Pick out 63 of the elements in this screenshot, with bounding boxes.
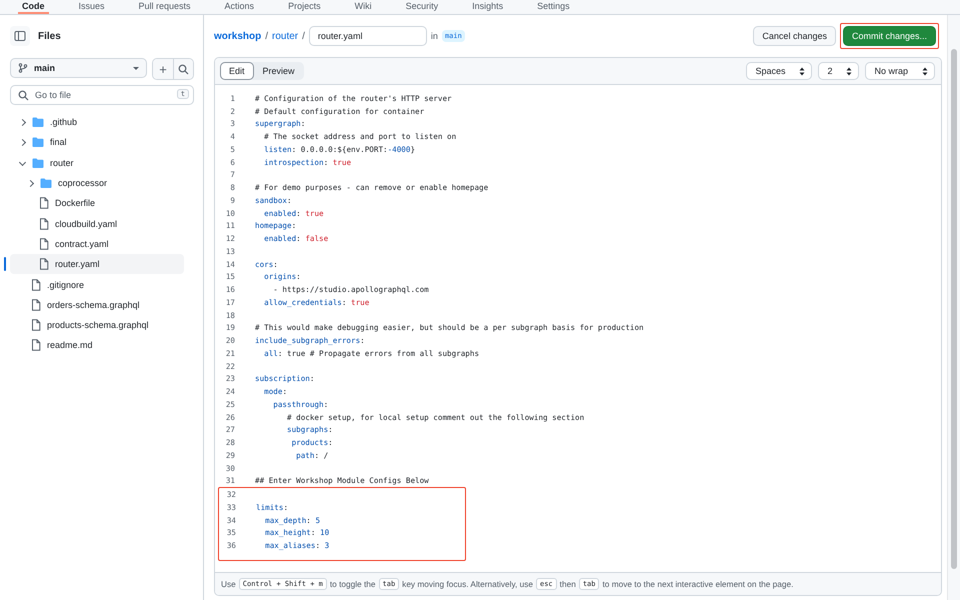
caret-icon [133,66,139,70]
repo-tab[interactable]: Insights [468,0,508,12]
commit-button[interactable]: Commit changes... [842,26,936,46]
sort-arrows-icon [922,66,928,76]
sort-arrows-icon [799,66,806,76]
tree-item[interactable]: .gitignore [10,274,184,295]
option-select[interactable]: Spaces [746,62,812,80]
repo-tab[interactable]: Issues [74,0,109,12]
breadcrumb-link[interactable]: workshop [214,30,262,42]
tree-item[interactable]: readme.md [10,335,184,356]
tree-item[interactable]: orders-schema.graphql [10,294,184,315]
folder-icon [32,137,44,148]
search-button[interactable] [173,59,193,79]
branch-select[interactable]: main [10,58,147,78]
path-separator: / [265,30,268,42]
hint-text: to toggle the [330,579,376,589]
repo-tab[interactable]: Wiki [350,0,376,12]
file-icon [31,278,41,291]
sidebar-toggle-icon[interactable] [10,26,30,46]
sort-arrows-icon [846,66,852,76]
repo-tab[interactable]: Security [402,0,442,12]
tree-item[interactable]: cloudbuild.yaml [10,213,184,234]
path-separator: / [302,30,305,42]
file-icon [31,339,41,352]
tree-item[interactable]: contract.yaml [10,234,184,254]
file-icon [31,298,41,311]
repo-tab[interactable]: Code [18,0,48,14]
editor-tab[interactable]: Edit [220,62,254,80]
scrollbar-thumb[interactable] [951,49,957,569]
cancel-button[interactable]: Cancel changes [753,26,836,46]
filename-field[interactable]: router.yaml [308,26,427,46]
file-icon [39,197,49,210]
hint-text: then [560,579,576,589]
files-title: Files [38,30,61,42]
option-select[interactable]: No wrap [865,62,935,80]
tree-item[interactable]: .github [10,112,184,132]
file-icon [39,238,49,250]
folder-icon [32,158,44,168]
tree-item[interactable]: Dockerfile [10,193,184,214]
option-select[interactable]: 2 [818,62,860,80]
hint-text: key moving focus. Alternatively, use [402,579,533,589]
folder-icon [40,178,52,188]
breadcrumb-link[interactable]: router [272,30,298,42]
folder-icon [32,117,44,128]
tree-item[interactable]: router [10,152,184,173]
tree-item[interactable]: products-schema.graphql [10,314,184,336]
add-file-button[interactable]: + [153,59,173,79]
branch-icon [18,63,28,73]
tree-item[interactable]: coprocessor [10,172,184,194]
repo-tab[interactable]: Actions [220,0,258,12]
search-icon [178,64,189,74]
tree-item[interactable]: final [10,132,184,153]
file-icon [31,319,41,332]
hint-text: Use [221,579,236,589]
repo-tab[interactable]: Projects [284,0,325,12]
repo-tab[interactable]: Settings [533,0,574,12]
search-icon [18,90,29,100]
file-icon [39,218,49,230]
editor-tab[interactable]: Preview [254,62,304,80]
hint-text: to move to the next interactive element on the page. [602,579,794,589]
repo-tab[interactable]: Pull requests [134,0,195,12]
file-icon [39,258,49,270]
in-label: in [430,31,438,41]
